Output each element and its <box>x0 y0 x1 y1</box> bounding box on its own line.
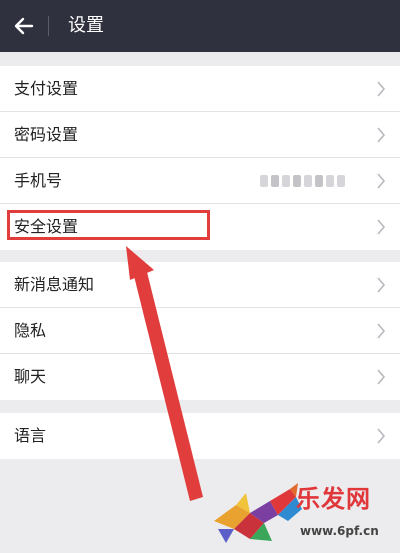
settings-row-label: 支付设置 <box>14 79 79 98</box>
chevron-right-icon <box>376 323 386 339</box>
watermark-site-name: 乐发网 <box>296 485 371 513</box>
settings-row-chat[interactable]: 聊天 <box>0 354 400 400</box>
watermark-url: www.6pf.cn <box>300 524 379 538</box>
settings-row-language[interactable]: 语言 <box>0 413 400 459</box>
chevron-right-icon <box>376 428 386 444</box>
settings-group-general: 新消息通知 隐私 聊天 <box>0 262 400 400</box>
highlight-box <box>7 210 210 240</box>
settings-row-payment[interactable]: 支付设置 <box>0 66 400 112</box>
settings-group-language: 语言 <box>0 413 400 459</box>
settings-row-phone[interactable]: 手机号 <box>0 158 400 204</box>
chevron-right-icon <box>376 219 386 235</box>
settings-row-label: 聊天 <box>14 367 47 386</box>
chevron-right-icon <box>376 81 386 97</box>
settings-row-notifications[interactable]: 新消息通知 <box>0 262 400 308</box>
top-bar: 设置 <box>0 0 400 52</box>
header-divider <box>48 16 49 36</box>
settings-row-label: 新消息通知 <box>14 275 95 294</box>
settings-row-label: 语言 <box>14 426 47 445</box>
chevron-right-icon <box>376 277 386 293</box>
chevron-right-icon <box>376 369 386 385</box>
chevron-right-icon <box>376 127 386 143</box>
page-title: 设置 <box>68 15 104 36</box>
bull-logo <box>206 483 306 545</box>
chevron-right-icon <box>376 173 386 189</box>
phone-number-masked <box>260 172 356 190</box>
settings-row-label: 密码设置 <box>14 125 79 144</box>
arrow-left-icon[interactable] <box>12 14 36 38</box>
settings-row-privacy[interactable]: 隐私 <box>0 308 400 354</box>
settings-row-label: 隐私 <box>14 321 47 340</box>
settings-row-password[interactable]: 密码设置 <box>0 112 400 158</box>
settings-row-label: 手机号 <box>14 171 63 190</box>
